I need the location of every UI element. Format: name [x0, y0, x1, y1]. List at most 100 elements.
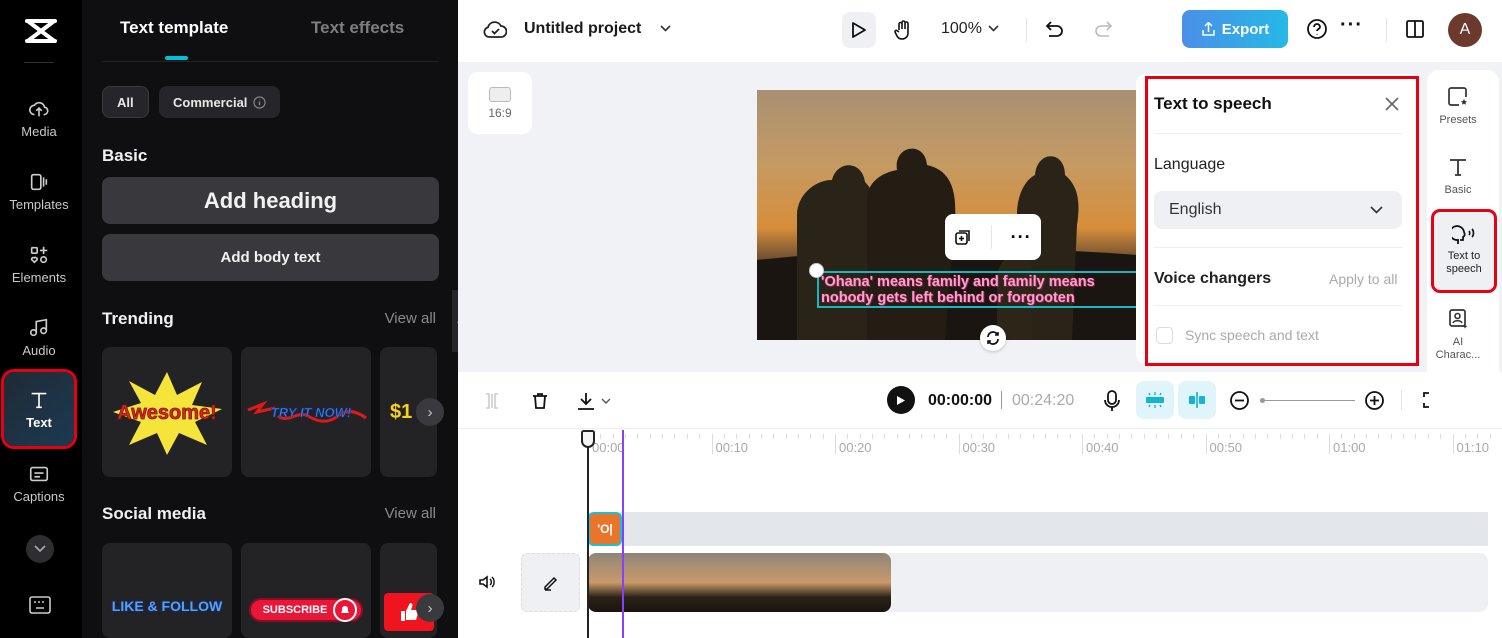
- add-heading-button[interactable]: Add heading: [102, 177, 439, 224]
- ruler-minor-tick: [847, 434, 849, 439]
- duplicate-icon[interactable]: [954, 228, 972, 246]
- video-thumbnail: [689, 553, 790, 612]
- template-card-try-it-now[interactable]: TRY IT NOW!: [241, 347, 371, 477]
- social-view-all-link[interactable]: View all: [385, 505, 436, 522]
- undo-icon[interactable]: [1046, 20, 1064, 38]
- ruler-minor-tick: [822, 434, 824, 439]
- rail-item-text[interactable]: Text: [1, 369, 77, 449]
- sync-checkbox[interactable]: [1156, 327, 1173, 344]
- more-tools-button[interactable]: [26, 535, 54, 563]
- more-options-icon[interactable]: ···: [1011, 227, 1032, 248]
- template-card-thumbs-up[interactable]: [380, 543, 437, 638]
- trending-next-button[interactable]: ›: [416, 398, 444, 426]
- video-clip[interactable]: [588, 553, 891, 612]
- playhead-handle[interactable]: [581, 430, 595, 448]
- ruler-minor-tick: [1316, 434, 1318, 439]
- export-button[interactable]: Export: [1182, 10, 1288, 48]
- auto-snap-button[interactable]: [1136, 381, 1174, 419]
- apply-to-all-button[interactable]: Apply to all: [1329, 271, 1397, 287]
- chevron-down-icon[interactable]: [660, 25, 671, 32]
- divider: [1154, 247, 1402, 248]
- tool-basic[interactable]: Basic: [1427, 156, 1489, 197]
- ruler-minor-tick: [649, 434, 651, 439]
- time-ruler[interactable]: 00:00 00:10 00:20 00:30 00:40 00:50 01:00 01:10: [588, 430, 1502, 455]
- project-name[interactable]: Untitled project: [524, 20, 641, 38]
- aspect-ratio-button[interactable]: 16:9: [468, 72, 532, 134]
- card-text: TRY IT NOW!: [271, 405, 352, 420]
- cover-edit-button[interactable]: [521, 553, 580, 612]
- link-clips-button[interactable]: [1178, 381, 1216, 419]
- social-next-button[interactable]: ›: [416, 594, 444, 622]
- zoom-chevron-down-icon[interactable]: [988, 25, 999, 32]
- close-icon[interactable]: [1384, 96, 1400, 112]
- text-icon: [31, 392, 47, 408]
- rail-item-captions[interactable]: Captions: [4, 449, 74, 517]
- more-options-icon[interactable]: ···: [1340, 14, 1363, 37]
- ruler-minor-tick: [773, 434, 775, 439]
- microphone-icon[interactable]: [1103, 389, 1121, 413]
- delete-icon[interactable]: [530, 391, 550, 411]
- select-tool-button[interactable]: [842, 12, 876, 48]
- template-card-awesome[interactable]: Awesome!: [102, 347, 232, 477]
- layout-toggle-icon[interactable]: [1405, 19, 1425, 39]
- zoom-level[interactable]: 100%: [941, 20, 982, 38]
- rail-item-media[interactable]: Media: [4, 84, 74, 152]
- ruler-minor-tick: [1131, 434, 1133, 439]
- top-bar: Untitled project 100% Export ··· A: [458, 0, 1502, 62]
- tab-text-template[interactable]: Text template: [120, 18, 228, 38]
- hand-tool-button[interactable]: [886, 12, 920, 48]
- template-card-subscribe[interactable]: SUBSCRIBE: [241, 543, 371, 638]
- download-icon[interactable]: [575, 390, 597, 412]
- split-icon[interactable]: [483, 392, 501, 410]
- current-time: 00:00:00: [928, 392, 993, 409]
- ruler-major-tick: [1452, 434, 1454, 454]
- zoom-out-icon[interactable]: [1229, 390, 1250, 411]
- section-title-trending: Trending: [102, 309, 174, 328]
- trending-view-all-link[interactable]: View all: [385, 310, 436, 327]
- resize-handle[interactable]: [809, 263, 824, 278]
- ruler-minor-tick: [1427, 434, 1429, 439]
- filter-commercial[interactable]: Commercial: [159, 86, 281, 118]
- language-select[interactable]: English: [1154, 191, 1402, 229]
- caption-text-box[interactable]: 'Ohana' means family and family means no…: [817, 271, 1137, 308]
- help-icon[interactable]: [1306, 18, 1328, 40]
- playhead[interactable]: [587, 432, 589, 638]
- play-button[interactable]: [887, 386, 915, 414]
- ruler-label: 01:10: [1456, 440, 1490, 455]
- ruler-minor-tick: [1390, 434, 1392, 439]
- tab-text-effects[interactable]: Text effects: [311, 18, 404, 38]
- audio-speaker-icon[interactable]: [478, 574, 496, 590]
- zoom-slider[interactable]: [1260, 400, 1355, 401]
- ruler-minor-tick: [1254, 434, 1256, 439]
- fit-timeline-icon[interactable]: [1421, 391, 1431, 409]
- tab-divider: [102, 61, 439, 62]
- language-label: Language: [1154, 156, 1226, 173]
- tool-text-to-speech[interactable]: Text to speech: [1431, 209, 1497, 293]
- tool-ai-character[interactable]: AI Charac...: [1427, 308, 1489, 362]
- keyboard-icon[interactable]: [29, 596, 51, 614]
- template-card-like-follow[interactable]: LIKE & FOLLOW: [102, 543, 232, 638]
- rail-item-templates[interactable]: Templates: [4, 157, 74, 225]
- redo-icon[interactable]: [1094, 20, 1112, 38]
- rail-item-elements[interactable]: Elements: [4, 230, 74, 298]
- hand-icon: [894, 20, 909, 40]
- user-avatar[interactable]: A: [1448, 13, 1482, 47]
- rail-item-audio[interactable]: Audio: [4, 303, 74, 371]
- chevron-down-icon[interactable]: [601, 398, 611, 404]
- ruler-minor-tick: [1366, 434, 1368, 439]
- tool-presets[interactable]: Presets: [1427, 86, 1489, 127]
- ruler-major-tick: [1082, 434, 1083, 454]
- add-body-text-button[interactable]: Add body text: [102, 234, 439, 281]
- video-preview[interactable]: ··· 'Ohana' means family and family mean…: [757, 90, 1137, 340]
- rotate-handle[interactable]: [980, 325, 1006, 351]
- text-clip[interactable]: 'O|: [588, 512, 622, 546]
- ruler-major-tick: [1329, 434, 1330, 454]
- zoom-slider-thumb[interactable]: [1260, 398, 1265, 403]
- divider: [1154, 305, 1402, 306]
- ruler-minor-tick: [1119, 434, 1121, 439]
- zoom-in-icon[interactable]: [1364, 390, 1385, 411]
- language-value: English: [1169, 201, 1222, 218]
- ruler-minor-tick: [909, 434, 911, 439]
- tool-label: AI Charac...: [1435, 336, 1481, 361]
- filter-all[interactable]: All: [102, 86, 149, 118]
